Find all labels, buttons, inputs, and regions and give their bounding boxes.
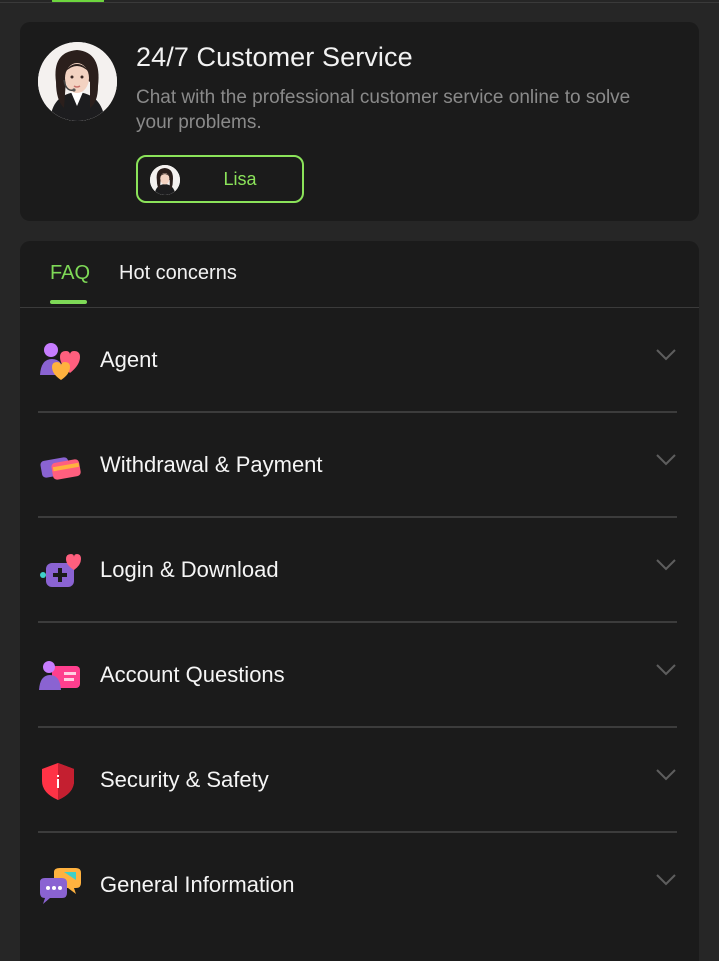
account-card-icon bbox=[38, 656, 82, 696]
chevron-down-icon bbox=[656, 349, 676, 361]
top-divider bbox=[0, 2, 719, 3]
faq-item-security-safety[interactable]: Security & Safety bbox=[38, 728, 677, 833]
faq-item-label: Agent bbox=[100, 347, 158, 372]
tab-hot-concerns[interactable]: Hot concerns bbox=[119, 262, 237, 285]
faq-item-label: Login & Download bbox=[100, 557, 279, 582]
avatar bbox=[38, 42, 117, 121]
faq-item-label: Security & Safety bbox=[100, 767, 269, 792]
chat-bubbles-icon bbox=[38, 866, 82, 906]
faq-item-label: General Information bbox=[100, 872, 295, 897]
chevron-down-icon bbox=[656, 664, 676, 676]
faq-item-withdrawal-payment[interactable]: Withdrawal & Payment bbox=[38, 413, 677, 518]
faq-item-agent[interactable]: Agent bbox=[38, 308, 677, 413]
service-description: Chat with the professional customer serv… bbox=[136, 87, 631, 133]
cards-icon bbox=[38, 446, 82, 486]
faq-item-label: Withdrawal & Payment bbox=[100, 452, 323, 477]
chevron-down-icon bbox=[656, 559, 676, 571]
tab-faq[interactable]: FAQ bbox=[50, 262, 90, 285]
agent-icon bbox=[38, 341, 82, 381]
chevron-down-icon bbox=[656, 454, 676, 466]
customer-service-card: 24/7 Customer Service Chat with the prof… bbox=[20, 22, 699, 221]
tab-bar: FAQ Hot concerns bbox=[20, 241, 699, 308]
faq-item-login-download[interactable]: Login & Download bbox=[38, 518, 677, 623]
service-title: 24/7 Customer Service bbox=[136, 42, 413, 72]
agent-chat-button[interactable]: Lisa bbox=[136, 155, 304, 203]
agent-name: Lisa bbox=[223, 169, 257, 189]
faq-item-general-information[interactable]: General Information bbox=[38, 833, 677, 938]
faq-section: FAQ Hot concerns Agent Withdrawal & Paym… bbox=[20, 241, 699, 961]
faq-item-account-questions[interactable]: Account Questions bbox=[38, 623, 677, 728]
chevron-down-icon bbox=[656, 769, 676, 781]
active-tab-indicator bbox=[50, 300, 87, 304]
shield-icon bbox=[38, 761, 82, 801]
faq-item-label: Account Questions bbox=[100, 662, 285, 687]
chevron-down-icon bbox=[656, 874, 676, 886]
game-controller-icon bbox=[38, 551, 82, 591]
